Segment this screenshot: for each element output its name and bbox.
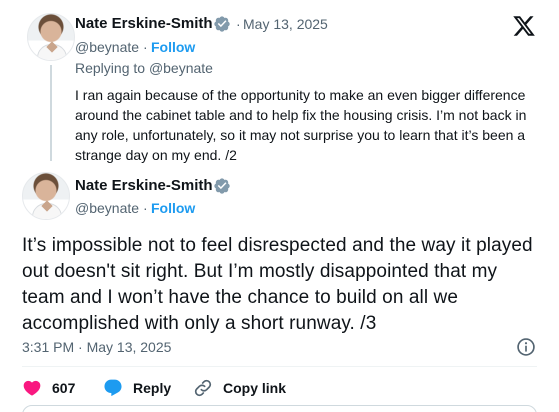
quoted-tweet-text: I ran again because of the opportunity t… [75, 87, 527, 163]
x-logo-icon[interactable] [511, 14, 537, 38]
verified-badge-icon [214, 178, 230, 194]
copy-link-button[interactable]: Copy link [193, 378, 286, 398]
speech-bubble-icon [104, 379, 122, 397]
info-icon[interactable] [516, 337, 536, 357]
reply-label: Reply [133, 380, 172, 396]
author-handle[interactable]: @beynate [75, 39, 139, 55]
replying-prefix: Replying to [75, 60, 146, 76]
separator-dot: · [143, 39, 148, 55]
thread-connector-line [50, 65, 52, 161]
replying-to-handle[interactable]: @beynate [149, 60, 213, 76]
avatar[interactable] [22, 172, 70, 220]
author-handle[interactable]: @beynate [75, 200, 139, 216]
replying-to-line: Replying to @beynate [75, 60, 213, 76]
separator-dot: · [143, 200, 148, 216]
read-replies-button[interactable] [22, 405, 537, 412]
author-name[interactable]: Nate Erskine-Smith [75, 15, 213, 32]
tweet-timestamp[interactable]: 3:31 PM · May 13, 2025 [22, 339, 171, 355]
separator-dot: · [236, 16, 241, 32]
like-button[interactable]: 607 [22, 378, 75, 398]
main-tweet-text: It’s impossible not to feel disrespected… [22, 235, 533, 334]
heart-icon [23, 380, 41, 396]
tweet-date[interactable]: May 13, 2025 [243, 16, 328, 32]
like-count: 607 [52, 380, 76, 396]
reply-button[interactable]: Reply [103, 378, 171, 398]
follow-button[interactable]: Follow [151, 39, 195, 55]
follow-button[interactable]: Follow [151, 200, 195, 216]
copy-link-label: Copy link [223, 380, 287, 396]
divider [22, 366, 537, 367]
avatar[interactable] [27, 13, 75, 61]
verified-badge-icon [214, 16, 230, 32]
author-name[interactable]: Nate Erskine-Smith [75, 177, 213, 194]
link-icon [194, 379, 212, 397]
